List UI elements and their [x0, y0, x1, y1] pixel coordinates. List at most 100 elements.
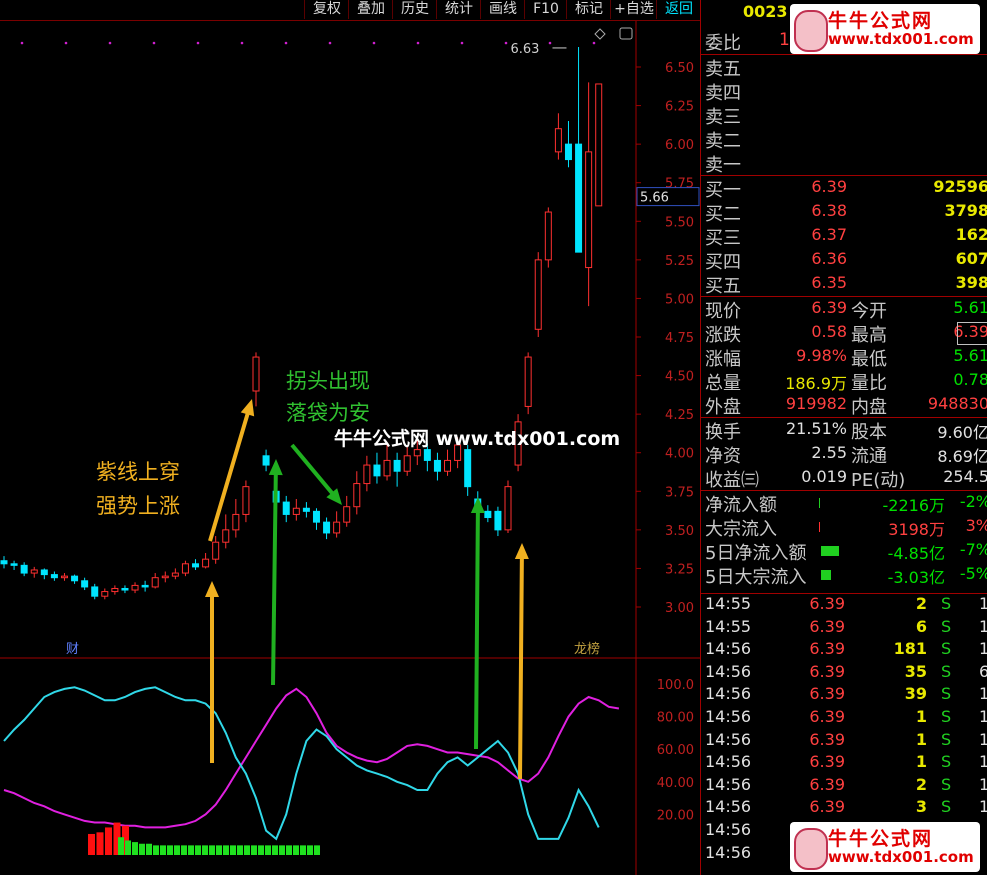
- buy-level-price: 6.38: [811, 201, 847, 220]
- indicator-green-bar: [188, 845, 194, 855]
- tick-volume: 35: [904, 661, 927, 681]
- tick-side: S: [941, 616, 952, 636]
- divider: [701, 175, 987, 176]
- tick-count: 1: [979, 707, 987, 726]
- flow-label: 5日大宗流入: [705, 567, 807, 588]
- weibi-label: 委比: [705, 33, 741, 54]
- indicator-green-bar: [153, 845, 159, 855]
- buy-level-label: 买四: [705, 252, 741, 273]
- candle-body: [222, 529, 230, 543]
- tick-time: 14:56: [705, 752, 752, 772]
- flow-label: 净流入额: [705, 495, 777, 516]
- top-dot: [328, 41, 332, 45]
- stat-value: 2.55: [811, 443, 847, 462]
- buy-arrow-1: [205, 581, 219, 763]
- indicator-red-bar: [88, 833, 95, 855]
- stat-value: 919982: [785, 394, 847, 413]
- tick-price: 6.39: [809, 707, 845, 726]
- stat-label: 总量: [705, 373, 741, 394]
- toolbar-button-5[interactable]: F10: [524, 0, 567, 19]
- price-label: 3.50: [665, 524, 694, 539]
- indicator-green-bar: [307, 845, 313, 855]
- stat-label: 最高: [851, 325, 887, 346]
- indicator-green-bar: [251, 845, 257, 855]
- tick-side: S: [941, 707, 952, 726]
- stat-value: 254.5: [943, 467, 987, 486]
- sell-arrow-1: [268, 459, 283, 686]
- tick-side: S: [941, 752, 952, 772]
- candle-body: [40, 569, 48, 576]
- stat-label: 换手: [705, 422, 741, 443]
- toolbar-button-3[interactable]: 统计: [436, 0, 481, 19]
- candle-body: [544, 211, 552, 261]
- watermark-bottom: 牛牛公式网 www.tdx001.com: [790, 822, 980, 872]
- toolbar-button-2[interactable]: 历史: [392, 0, 437, 19]
- candle-body: [10, 563, 18, 566]
- candle-body: [423, 449, 431, 461]
- candle-body: [433, 459, 441, 472]
- candle-body: [212, 541, 220, 560]
- candle-body: [50, 574, 58, 579]
- stat-value: 186.9万: [785, 374, 847, 393]
- indicator-red-bar: [96, 832, 104, 855]
- stat-label: 现价: [705, 301, 741, 322]
- kline-chart[interactable]: 6.506.256.005.755.505.255.004.754.504.25…: [0, 21, 700, 875]
- tick-volume: 2: [915, 594, 927, 613]
- toolbar-button-4[interactable]: 画线: [480, 0, 525, 19]
- candle-body: [202, 558, 210, 568]
- toolbar-button-0[interactable]: 复权: [304, 0, 349, 19]
- toolbar-button-6[interactable]: 标记: [566, 0, 611, 19]
- indicator-green-bar: [314, 845, 320, 855]
- annotation-right-line2: 落袋为安: [286, 401, 370, 425]
- tick-time: 14:56: [705, 774, 752, 794]
- candle-body: [101, 591, 109, 597]
- buy-arrow-2: [514, 543, 529, 780]
- indicator-green-bar: [258, 845, 264, 855]
- stat-label: 内盘: [851, 397, 887, 418]
- buy-level-label: 买三: [705, 228, 741, 249]
- toolbar-button-8[interactable]: 返回: [656, 0, 701, 19]
- indicator-green-bar: [230, 845, 236, 855]
- tick-price: 6.39: [809, 594, 845, 613]
- candle-body: [564, 143, 572, 161]
- stat-value: 9.98%: [796, 346, 847, 365]
- tick-count: 1: [979, 797, 987, 817]
- tick-time: 14:55: [705, 594, 752, 613]
- flow-percent: -7%: [959, 540, 987, 559]
- stat-label: 净资: [705, 446, 741, 467]
- indicator-green-bar: [195, 845, 201, 855]
- top-dot: [592, 41, 596, 45]
- indicator-green-bar: [202, 845, 208, 855]
- stat-value: 0.58: [811, 322, 847, 341]
- candle-body: [393, 459, 401, 472]
- stat-value: 948830: [927, 394, 987, 413]
- candle-body: [141, 584, 149, 588]
- flow-percent: 3%: [965, 516, 987, 535]
- buy-level-volume: 398: [955, 273, 987, 292]
- watermark-title: 牛牛公式网: [828, 828, 934, 850]
- indicator-green-bar: [279, 845, 285, 855]
- candle-body: [585, 151, 593, 269]
- stat-label: 最低: [851, 349, 887, 370]
- candle-body: [282, 501, 290, 515]
- buy-level-volume: 607: [955, 249, 987, 268]
- tick-time: 14:56: [705, 729, 752, 749]
- tick-volume: 1: [915, 752, 927, 772]
- tick-price: 6.39: [809, 774, 845, 794]
- price-label: 5.00: [665, 292, 694, 307]
- tick-count: 1: [979, 616, 987, 636]
- price-label: 4.75: [665, 331, 694, 346]
- toolbar-button-1[interactable]: 叠加: [348, 0, 393, 19]
- stat-label: 股本: [851, 422, 887, 443]
- indicator-green-bar: [167, 845, 173, 855]
- candle-body: [242, 486, 250, 515]
- flow-value: -4.85亿: [887, 544, 945, 563]
- flow-percent: -2%: [959, 492, 987, 511]
- candle-body: [252, 356, 260, 392]
- flow-value: 3198万: [888, 520, 945, 539]
- candle-body: [343, 506, 351, 523]
- tick-time: 14:56: [705, 684, 752, 704]
- top-dot: [460, 41, 464, 45]
- flow-bar: [819, 522, 820, 532]
- toolbar-button-7[interactable]: +自选: [610, 0, 657, 19]
